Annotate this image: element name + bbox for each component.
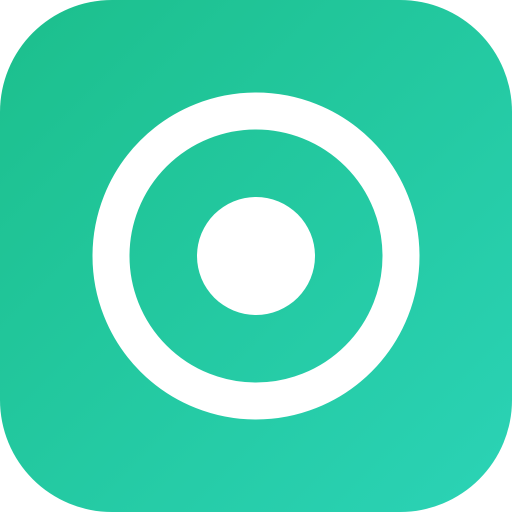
app-icon[interactable]: [0, 0, 512, 512]
app-icon-graphic: [0, 0, 512, 512]
center-dot: [197, 197, 315, 315]
